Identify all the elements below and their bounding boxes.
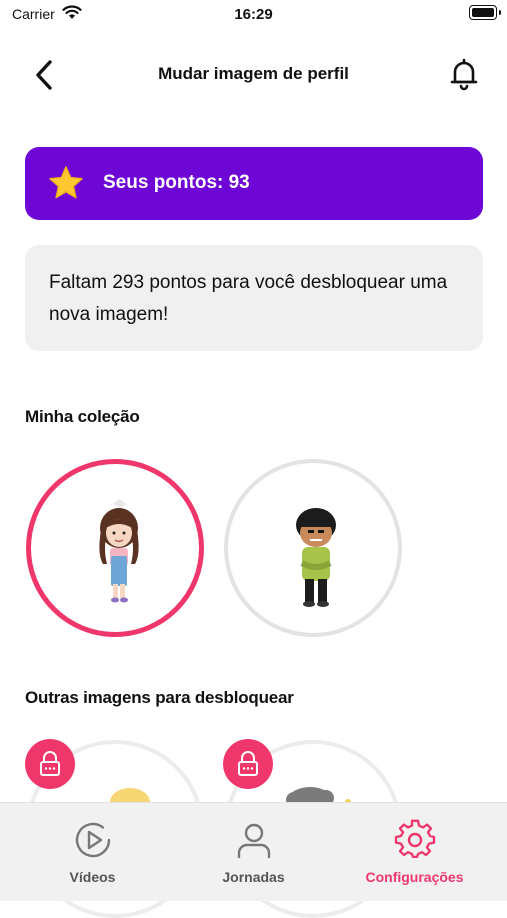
lock-icon [238,751,258,776]
tab-jornadas-label: Jornadas [222,869,285,885]
unlock-info-text: Faltam 293 pontos para você desbloquear … [49,272,448,325]
notifications-button[interactable] [448,57,480,91]
tab-videos-label: Vídeos [69,869,116,885]
play-icon [75,822,111,858]
collection-title: Minha coleção [25,407,140,426]
tab-configuracoes[interactable]: Configurações [330,803,499,901]
page-title: Mudar imagem de perfil [158,64,349,83]
gear-icon [394,819,436,859]
tab-bar: Vídeos Jornadas Configurações [0,802,507,901]
boy-avatar-image [296,508,336,607]
avatar-option-girl[interactable] [26,459,204,637]
lock-badge [25,739,75,789]
battery-icon [469,5,501,20]
points-banner: Seus pontos: 93 [25,147,483,220]
tab-videos[interactable]: Vídeos [8,803,177,901]
tab-jornadas[interactable]: Jornadas [169,803,338,901]
points-label: Seus pontos: 93 [103,172,250,193]
girl-avatar-image [99,499,139,603]
star-icon [49,166,83,199]
avatar-option-boy[interactable] [224,459,402,637]
user-icon [237,823,271,859]
lock-icon [40,751,60,776]
lock-badge [223,739,273,789]
unlock-info-card: Faltam 293 pontos para você desbloquear … [25,245,483,351]
clock: 16:29 [234,6,273,23]
locked-section-title: Outras imagens para desbloquear [25,688,294,707]
tab-configuracoes-label: Configurações [365,869,464,885]
bell-icon [450,58,478,91]
status-bar: Carrier 16:29 [0,0,507,30]
